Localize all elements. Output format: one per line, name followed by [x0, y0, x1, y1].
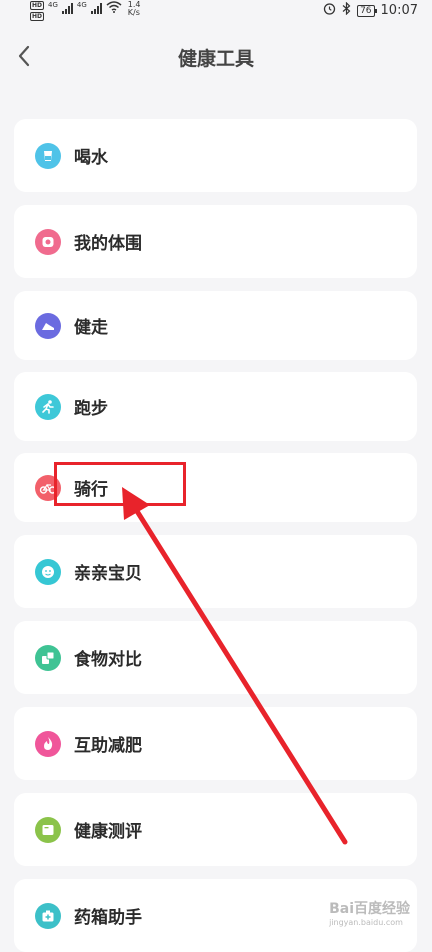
tool-item-health-assessment[interactable]: 健康测评 [14, 793, 417, 866]
network-type: 4G [48, 1, 58, 9]
tool-item-label: 喝水 [74, 148, 108, 168]
tool-item-label: 跑步 [74, 399, 108, 419]
app-header: 健康工具 [0, 36, 432, 76]
baby-face-icon [35, 558, 61, 585]
report-icon [35, 816, 61, 843]
tool-item-food-compare[interactable]: 食物对比 [14, 621, 417, 694]
status-bar: HD HD 4G 4G 1.4 K/s 76 10:07 [0, 0, 432, 24]
network-type: 4G [76, 1, 87, 9]
tool-item-baby[interactable]: 亲亲宝贝 [14, 535, 417, 608]
water-cup-icon [35, 142, 61, 169]
bluetooth-icon [342, 1, 351, 19]
wifi-icon [106, 1, 122, 16]
hd-badge: HD [30, 1, 45, 10]
bicycle-icon [35, 474, 61, 501]
food-compare-icon [35, 644, 61, 671]
tool-item-water[interactable]: 喝水 [14, 119, 417, 192]
tool-item-cycling[interactable]: 骑行 [14, 453, 417, 522]
medicine-box-icon [35, 902, 61, 929]
tool-item-label: 互助减肥 [74, 736, 142, 756]
tool-item-label: 食物对比 [74, 650, 142, 670]
tool-item-label: 我的体围 [74, 234, 142, 254]
signal-icon [61, 2, 73, 14]
status-right: 76 10:07 [323, 1, 418, 19]
tool-item-run[interactable]: 跑步 [14, 372, 417, 441]
page-title: 健康工具 [177, 48, 254, 70]
clock: 10:07 [380, 3, 418, 18]
tool-item-weight-loss[interactable]: 互助减肥 [14, 707, 417, 780]
flame-icon [35, 730, 61, 757]
network-speed: 1.4 K/s [127, 0, 141, 17]
hd-badge: HD [30, 12, 45, 21]
tool-item-body-measure[interactable]: 我的体围 [14, 205, 417, 278]
tool-item-walk[interactable]: 健走 [14, 291, 417, 360]
signal-icon [90, 2, 102, 14]
tool-item-label: 骑行 [74, 480, 108, 500]
runner-icon [35, 393, 61, 420]
status-left: HD HD 4G 4G 1.4 K/s [30, 1, 141, 21]
alarm-icon [323, 2, 336, 19]
tool-item-label: 药箱助手 [74, 908, 142, 928]
tool-item-label: 亲亲宝贝 [74, 564, 142, 584]
battery-indicator: 76 [357, 4, 378, 17]
tool-item-label: 健走 [74, 318, 108, 338]
tape-measure-icon [35, 228, 61, 255]
baidu-watermark: Bai百度经验 jingyan.baidu.com [329, 901, 410, 927]
shoe-icon [35, 312, 61, 339]
tool-item-label: 健康测评 [74, 822, 142, 842]
